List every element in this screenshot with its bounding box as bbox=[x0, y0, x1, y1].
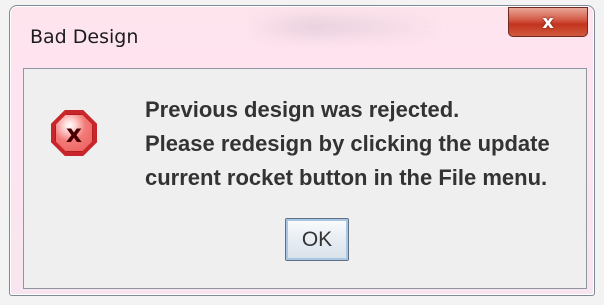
message-line-3: current rocket button in the File menu. bbox=[145, 165, 548, 190]
dialog-title: Bad Design bbox=[30, 26, 139, 48]
error-symbol: x bbox=[65, 118, 83, 148]
ok-button[interactable]: OK bbox=[285, 218, 349, 261]
message-line-2: Please redesign by clicking the update bbox=[145, 131, 550, 156]
close-icon: x bbox=[542, 11, 554, 33]
error-message: Previous design was rejected. Please red… bbox=[145, 93, 600, 195]
ok-button-label: OK bbox=[301, 227, 333, 251]
close-button[interactable]: x bbox=[508, 7, 588, 37]
message-line-1: Previous design was rejected. bbox=[145, 97, 460, 122]
background-window-blur bbox=[245, 16, 445, 38]
